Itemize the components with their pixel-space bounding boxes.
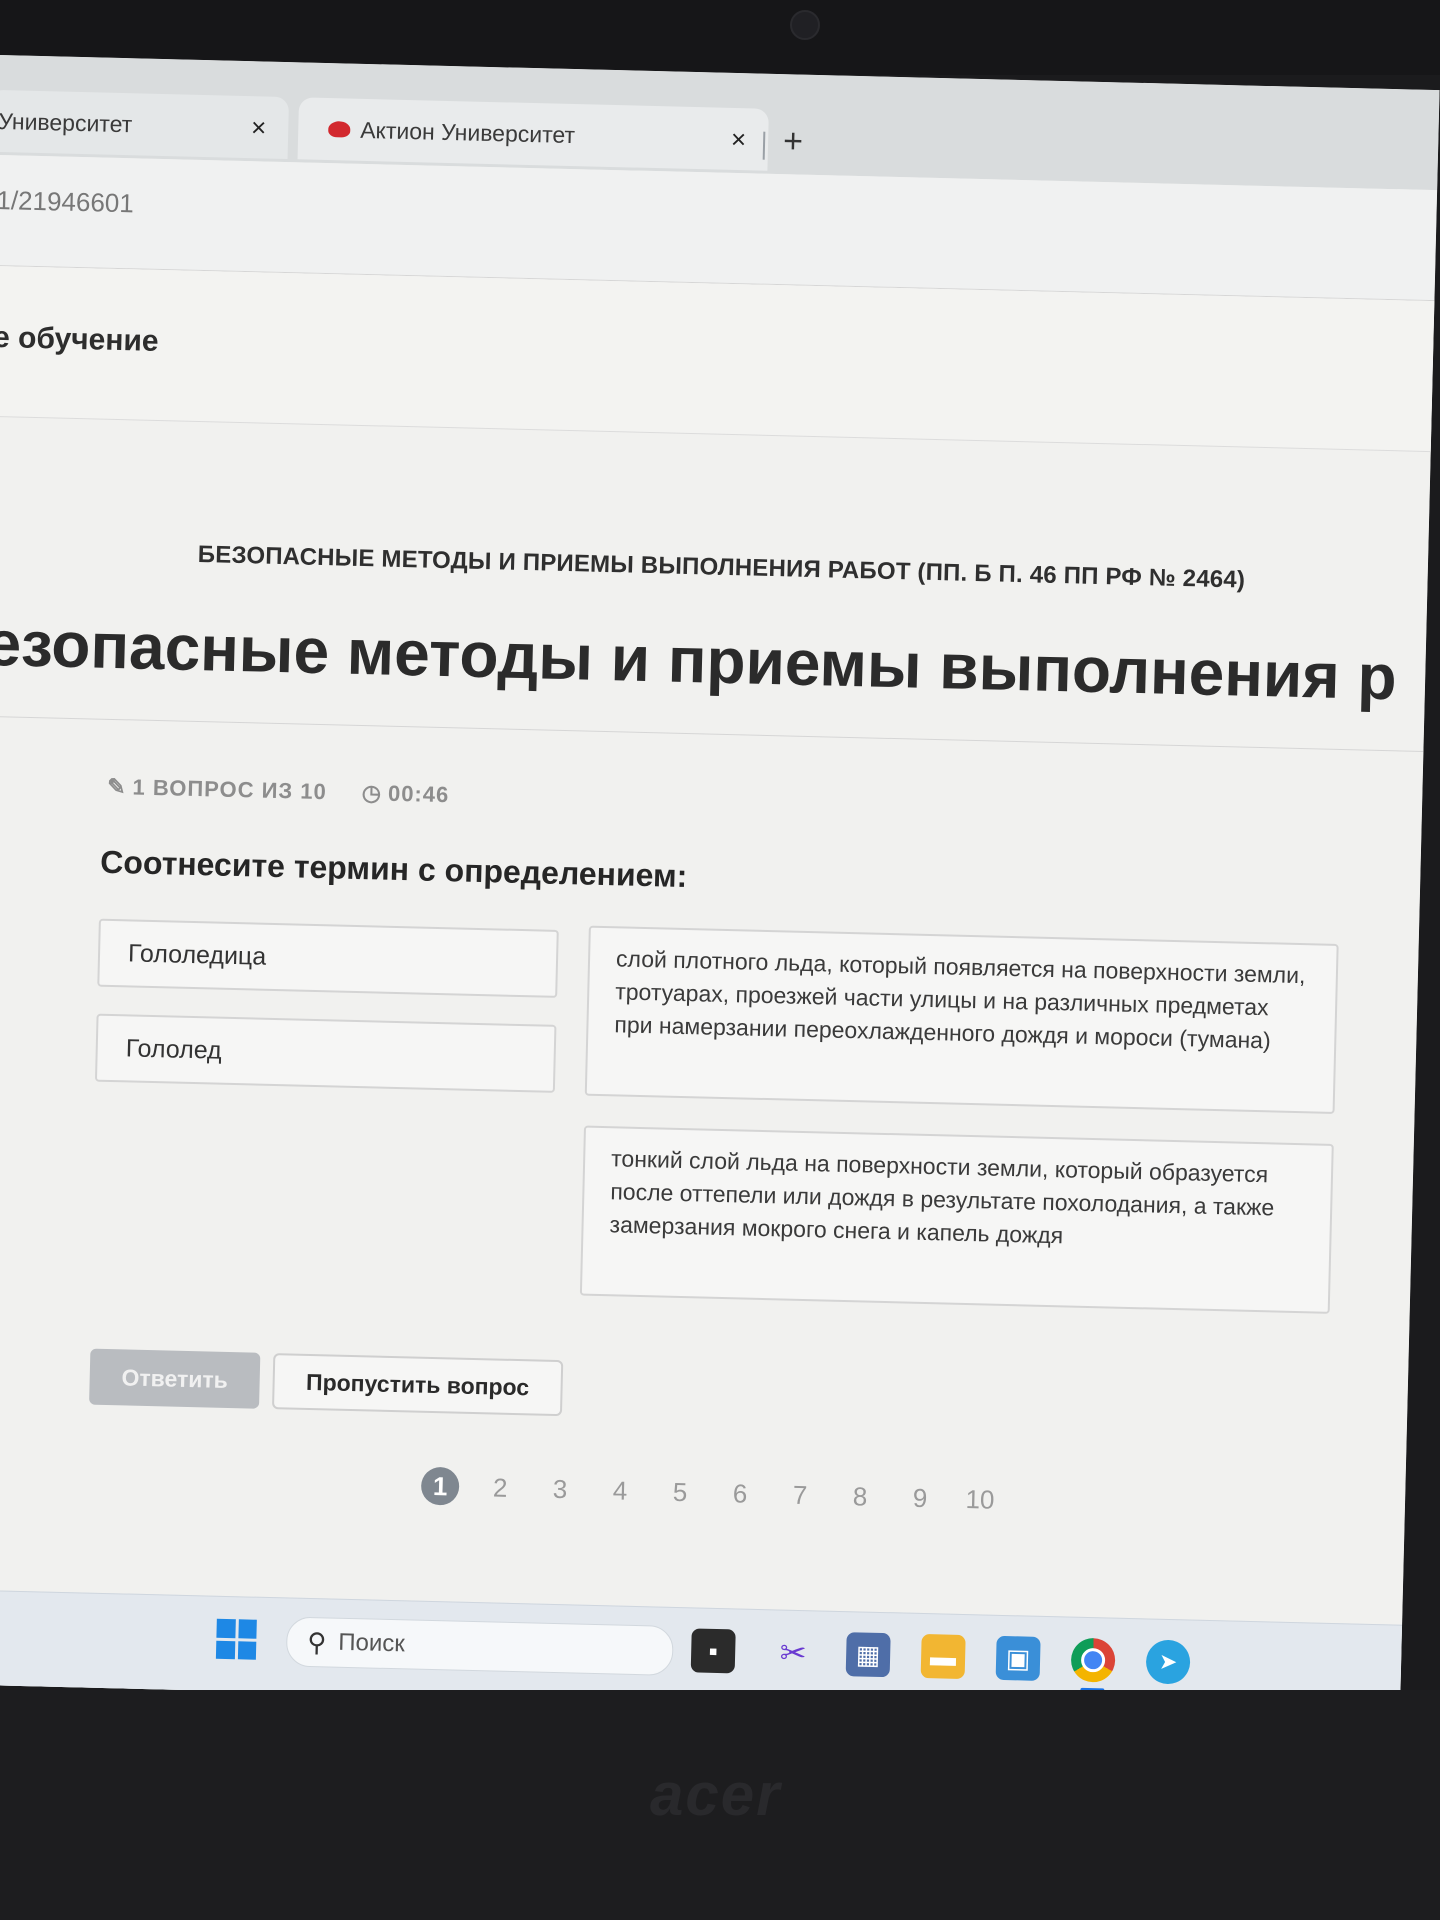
calculator-icon[interactable]: ▦ <box>845 1632 891 1678</box>
course-caption: БЕЗОПАСНЫЕ МЕТОДЫ И ПРИЕМЫ ВЫПОЛНЕНИЯ РА… <box>197 540 1246 594</box>
divider <box>0 715 1424 752</box>
close-tab-icon[interactable]: × <box>251 112 267 143</box>
search-icon: ⚲ <box>306 1626 327 1657</box>
page-button-9[interactable]: 9 <box>890 1482 951 1514</box>
question-pagination: 1 2 3 4 5 6 7 8 9 10 <box>410 1466 1011 1519</box>
telegram-icon[interactable]: ➤ <box>1145 1639 1191 1685</box>
page-button-4[interactable]: 4 <box>590 1474 651 1506</box>
page-button-7[interactable]: 7 <box>770 1479 831 1511</box>
url-text[interactable]: 1/21946601 <box>0 185 134 219</box>
taskbar-search[interactable]: ⚲ Поиск <box>285 1616 674 1676</box>
page-content: е обучение БЕЗОПАСНЫЕ МЕТОДЫ И ПРИЕМЫ ВЫ… <box>0 265 1435 1720</box>
favicon-icon <box>328 121 351 138</box>
tab-label: Университет <box>0 107 133 137</box>
acer-logo: acer <box>650 1761 782 1828</box>
page-button-8[interactable]: 8 <box>830 1480 891 1512</box>
snipping-tool-icon[interactable]: ✂ <box>771 1630 816 1675</box>
timer: ◷ 00:46 <box>361 780 450 808</box>
webcam-icon <box>790 10 820 40</box>
quiz-meta: ✎ 1 ВОПРОС ИЗ 10 ◷ 00:46 <box>107 774 450 808</box>
tab-aktion-university[interactable]: Актион Университет × <box>297 97 769 171</box>
skip-question-button[interactable]: Пропустить вопрос <box>271 1353 564 1417</box>
page-button-1[interactable]: 1 <box>420 1466 460 1506</box>
nav-item-learning[interactable]: е обучение <box>0 321 159 359</box>
page-button-3[interactable]: 3 <box>530 1473 591 1505</box>
term-card[interactable]: Гололедица <box>97 918 559 998</box>
definition-card[interactable]: тонкий слой льда на поверхности земли, к… <box>579 1125 1334 1314</box>
close-tab-icon[interactable]: × <box>731 123 747 154</box>
chrome-icon[interactable] <box>1070 1637 1116 1683</box>
timer-value: 00:46 <box>387 780 450 808</box>
task-view-icon[interactable]: ▪ <box>690 1628 736 1674</box>
windows-start-icon[interactable] <box>215 1618 257 1660</box>
term-label: Гололед <box>125 1033 223 1065</box>
page-button-6[interactable]: 6 <box>710 1477 771 1509</box>
question-text: Соотнесите термин с определением: <box>99 843 688 895</box>
clock-icon: ◷ <box>361 780 383 806</box>
lesson-title: езопасные методы и приемы выполнения р <box>0 606 1398 714</box>
term-label: Гололедица <box>127 938 267 971</box>
definition-card[interactable]: слой плотного льда, который появляется н… <box>584 925 1339 1114</box>
screen: Университет × Актион Университет × + 1/2… <box>0 55 1440 1720</box>
term-card[interactable]: Гололед <box>94 1013 557 1093</box>
search-placeholder: Поиск <box>338 1628 406 1658</box>
answer-button[interactable]: Ответить <box>89 1348 261 1409</box>
tab-university[interactable]: Университет × <box>0 89 290 160</box>
page-button-2[interactable]: 2 <box>470 1471 531 1503</box>
page-button-10[interactable]: 10 <box>950 1483 1011 1515</box>
question-progress: 1 ВОПРОС ИЗ 10 <box>132 774 328 805</box>
pencil-icon: ✎ <box>106 773 127 800</box>
definition-text: слой плотного льда, который появляется н… <box>614 945 1306 1054</box>
definition-text: тонкий слой льда на поверхности земли, к… <box>609 1145 1275 1249</box>
control-panel-icon[interactable]: ▣ <box>995 1635 1041 1681</box>
page-button-5[interactable]: 5 <box>650 1476 711 1508</box>
tab-label: Актион Университет <box>359 116 576 148</box>
new-tab-button[interactable]: + <box>783 122 804 161</box>
file-explorer-icon[interactable]: ▬ <box>920 1633 966 1680</box>
laptop-bezel-bottom: acer <box>0 1690 1440 1920</box>
